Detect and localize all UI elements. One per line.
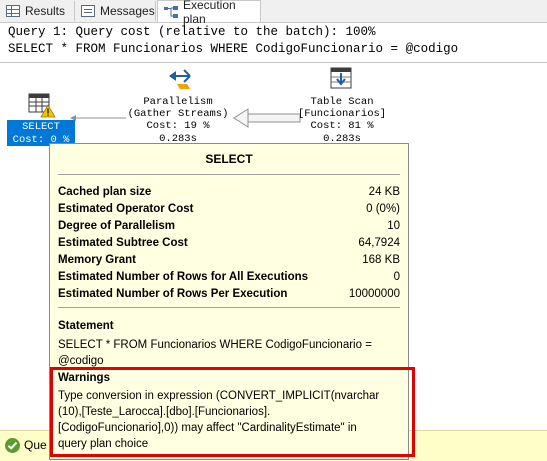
tooltip-row-value: 168 KB — [362, 253, 400, 266]
tooltip-row-value: 0 (0%) — [366, 202, 400, 215]
status-text: Que — [24, 438, 47, 452]
grid-icon — [6, 5, 20, 17]
tab-results[interactable]: Results — [0, 1, 75, 21]
tooltip-divider — [58, 307, 400, 308]
tooltip-row-key: Memory Grant — [58, 253, 136, 266]
statement-heading: Statement — [58, 320, 114, 332]
tooltip-row-value: 0 — [393, 270, 400, 283]
tab-results-label: Results — [25, 4, 66, 18]
tooltip-row: Memory Grant 168 KB — [58, 251, 400, 268]
tooltip-row-value: 10 — [387, 219, 400, 232]
tooltip-title: SELECT — [205, 152, 253, 166]
tooltip-row: Estimated Number of Rows for All Executi… — [58, 268, 400, 285]
tooltip-row-value: 10000000 — [348, 287, 400, 300]
warnings-highlight-box — [50, 367, 415, 457]
select-node-icon[interactable] — [28, 92, 56, 118]
tooltip-row-key: Estimated Operator Cost — [58, 202, 194, 215]
tooltip-row-key: Degree of Parallelism — [58, 219, 175, 232]
tab-messages-label: Messages — [100, 4, 155, 18]
parallelism-label: Parallelism — [143, 96, 213, 108]
table-scan-cost: Cost: 81 % — [310, 120, 374, 132]
result-tabs-bar: Results Messages Execution plan — [0, 0, 547, 26]
table-scan-sublabel: [Funcionarios] — [297, 108, 387, 120]
tooltip-row-key: Cached plan size — [58, 185, 152, 198]
tooltip-row: Estimated Number of Rows Per Execution 1… — [58, 285, 400, 302]
execution-plan-icon — [164, 5, 178, 18]
query-cost-header: Query 1: Query cost (relative to the bat… — [8, 25, 376, 39]
tab-execution-plan-label: Execution plan — [183, 0, 236, 26]
tooltip-row-value: 24 KB — [368, 185, 400, 198]
plan-connectors — [70, 108, 301, 128]
parallelism-icon[interactable] — [166, 66, 194, 92]
tooltip-row-key: Estimated Number of Rows for All Executi… — [58, 270, 309, 283]
table-scan-label: Table Scan — [310, 96, 374, 108]
table-scan-icon[interactable] — [328, 66, 356, 92]
tooltip-row: Estimated Operator Cost 0 (0%) — [58, 200, 400, 217]
tooltip-row: Estimated Subtree Cost 64,7924 — [58, 234, 400, 251]
tooltip-row-value: 64,7924 — [358, 236, 400, 249]
success-check-icon — [5, 438, 20, 453]
tab-execution-plan[interactable]: Execution plan — [157, 0, 261, 26]
tooltip-divider — [58, 174, 400, 175]
query-sql-text: SELECT * FROM Funcionarios WHERE CodigoF… — [8, 42, 459, 56]
parallelism-cost: Cost: 19 % — [146, 120, 210, 132]
tooltip-row: Cached plan size 24 KB — [58, 183, 400, 200]
statement-line-1: SELECT * FROM Funcionarios WHERE CodigoF… — [58, 339, 372, 351]
parallelism-sublabel: (Gather Streams) — [127, 108, 229, 120]
tooltip-row-key: Estimated Number of Rows Per Execution — [58, 287, 288, 300]
tab-messages[interactable]: Messages — [75, 1, 156, 21]
select-node-label: SELECT — [22, 121, 60, 133]
tooltip-row: Degree of Parallelism 10 — [58, 217, 400, 234]
messages-icon — [81, 5, 95, 17]
tooltip-row-key: Estimated Subtree Cost — [58, 236, 188, 249]
